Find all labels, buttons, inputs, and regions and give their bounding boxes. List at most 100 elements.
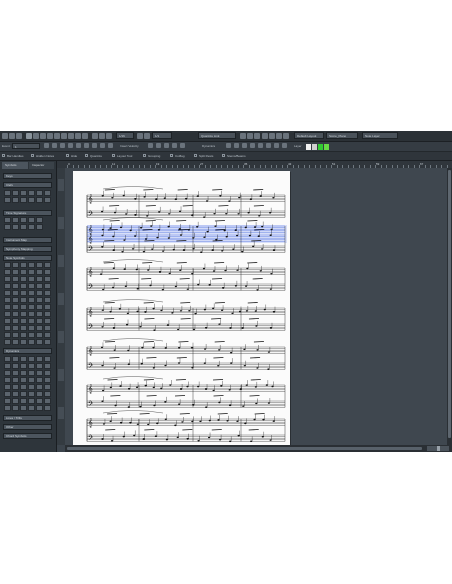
note-symbol[interactable] [28, 339, 35, 345]
note-symbol[interactable] [4, 325, 11, 331]
step-input-icon[interactable] [106, 133, 112, 139]
note-symbol[interactable] [4, 339, 11, 345]
dynamic-symbol[interactable] [44, 384, 51, 390]
clef-symbol[interactable] [4, 190, 11, 196]
dynamic-symbol[interactable] [36, 391, 43, 397]
default-layout-select[interactable]: Default Layout [294, 132, 324, 139]
note-symbol[interactable] [12, 276, 19, 282]
grouping-checkbox[interactable] [143, 154, 146, 157]
dynamic-symbol[interactable] [44, 398, 51, 404]
score-canvas[interactable]: 𝄞 𝄢 𝄞 𝄞 𝄢 𝄞 𝄢 𝄞 𝄢 𝄞 𝄢 𝄞 𝄢 𝄞 𝄢 [65, 168, 447, 445]
time-signature-symbol[interactable] [20, 224, 27, 230]
note-symbol[interactable] [4, 297, 11, 303]
note-symbol[interactable] [44, 283, 51, 289]
section-instrument-map[interactable]: Instrument Map [3, 237, 52, 243]
note-symbol[interactable] [12, 269, 19, 275]
dynamic-symbol[interactable] [28, 391, 35, 397]
velocity-icon[interactable] [148, 143, 153, 148]
note-quarter-icon[interactable] [60, 143, 65, 148]
section-note-symbols[interactable]: Note Symbols [3, 255, 52, 261]
note-symbol[interactable] [4, 290, 11, 296]
color-icon[interactable] [240, 133, 246, 139]
zoom-icon[interactable] [47, 133, 53, 139]
note-symbol[interactable] [12, 262, 19, 268]
score-page[interactable]: 𝄞 𝄢 𝄞 𝄞 𝄢 𝄞 𝄢 𝄞 𝄢 𝄞 𝄢 𝄞 𝄢 𝄞 𝄢 [73, 171, 290, 445]
note-symbol[interactable] [36, 283, 43, 289]
note-symbol[interactable] [20, 269, 27, 275]
dynamic-symbol[interactable] [4, 356, 11, 362]
horizontal-scrollbar[interactable] [65, 445, 452, 452]
note-symbol[interactable] [36, 297, 43, 303]
note-symbol[interactable] [4, 318, 11, 324]
dynamic-symbol[interactable] [44, 377, 51, 383]
layer-color-1[interactable] [306, 144, 311, 150]
length-icon[interactable] [144, 133, 150, 139]
note-half-icon[interactable] [52, 143, 57, 148]
solo-icon[interactable] [2, 133, 8, 139]
dynamic-symbol[interactable] [20, 370, 27, 376]
f-icon[interactable] [266, 143, 271, 148]
dynamic-symbol[interactable] [28, 384, 35, 390]
note-symbol[interactable] [4, 276, 11, 282]
note-symbol[interactable] [44, 325, 51, 331]
dynamic-symbol[interactable] [20, 398, 27, 404]
note-eighth-icon[interactable] [68, 143, 73, 148]
note-symbol[interactable] [28, 304, 35, 310]
view-icon[interactable] [254, 133, 260, 139]
split-rests-checkbox[interactable] [194, 154, 197, 157]
dynamic-symbol[interactable] [28, 398, 35, 404]
clef-symbol[interactable] [4, 197, 11, 203]
dynamic-symbol[interactable] [4, 363, 11, 369]
time-signature-symbol[interactable] [28, 224, 35, 230]
section-symphony-mapping[interactable]: Symphony Mapping [3, 246, 52, 252]
cutflag-checkbox[interactable] [170, 154, 173, 157]
time-signature-symbol[interactable] [4, 224, 11, 230]
dynamic-symbol[interactable] [12, 356, 19, 362]
snap-icon[interactable] [92, 133, 98, 139]
dynamic-symbol[interactable] [12, 377, 19, 383]
play-icon[interactable] [82, 133, 88, 139]
dynamic-symbol[interactable] [36, 377, 43, 383]
clef-symbol[interactable] [36, 190, 43, 196]
time-signature-symbol[interactable] [12, 217, 19, 223]
dynamic-symbol[interactable] [4, 391, 11, 397]
note-symbol[interactable] [28, 297, 35, 303]
dynamic-symbol[interactable] [36, 384, 43, 390]
horizontal-scroll-thumb[interactable] [67, 447, 422, 450]
dynamic-symbol[interactable] [20, 384, 27, 390]
note-symbol[interactable] [36, 276, 43, 282]
note-symbol[interactable] [28, 325, 35, 331]
clef-symbol[interactable] [20, 190, 27, 196]
note-symbol[interactable] [28, 332, 35, 338]
note-symbol[interactable] [20, 262, 27, 268]
layout-tool-checkbox[interactable] [112, 154, 115, 157]
note-symbol[interactable] [36, 262, 43, 268]
p-icon[interactable] [250, 143, 255, 148]
sfz-icon[interactable] [282, 143, 287, 148]
note-symbol[interactable] [36, 325, 43, 331]
dynamic-symbol[interactable] [36, 405, 43, 411]
layer-color-2[interactable] [312, 144, 317, 150]
time-signature-symbol[interactable] [12, 224, 19, 230]
score-notation[interactable]: 𝄞𝄢𝄞𝄞𝄢𝄞𝄢𝄞𝄢𝄞𝄢𝄞𝄢𝄞𝄢 [73, 171, 290, 445]
dynamic-symbol[interactable] [20, 391, 27, 397]
hide-checkbox[interactable] [66, 154, 69, 157]
split-icon[interactable] [61, 133, 67, 139]
flip-icon[interactable] [269, 133, 275, 139]
dynamic-symbol[interactable] [44, 363, 51, 369]
feedback-icon[interactable] [9, 133, 15, 139]
section-clefs[interactable]: Clefs [3, 182, 52, 188]
note-symbol[interactable] [12, 325, 19, 331]
clef-symbol[interactable] [44, 190, 51, 196]
note-symbol[interactable] [12, 332, 19, 338]
zoom-slider-knob[interactable] [437, 446, 440, 451]
clef-symbol[interactable] [36, 197, 43, 203]
dynamic-symbol[interactable] [20, 363, 27, 369]
section-chord-symbols[interactable]: Chord Symbols [3, 433, 52, 439]
time-signature-symbol[interactable] [36, 217, 43, 223]
clef-symbol[interactable] [44, 197, 51, 203]
dynamic-symbol[interactable] [12, 398, 19, 404]
dynamic-symbol[interactable] [4, 405, 11, 411]
dynamic-symbol[interactable] [28, 370, 35, 376]
vertical-scroll-thumb[interactable] [448, 170, 451, 438]
